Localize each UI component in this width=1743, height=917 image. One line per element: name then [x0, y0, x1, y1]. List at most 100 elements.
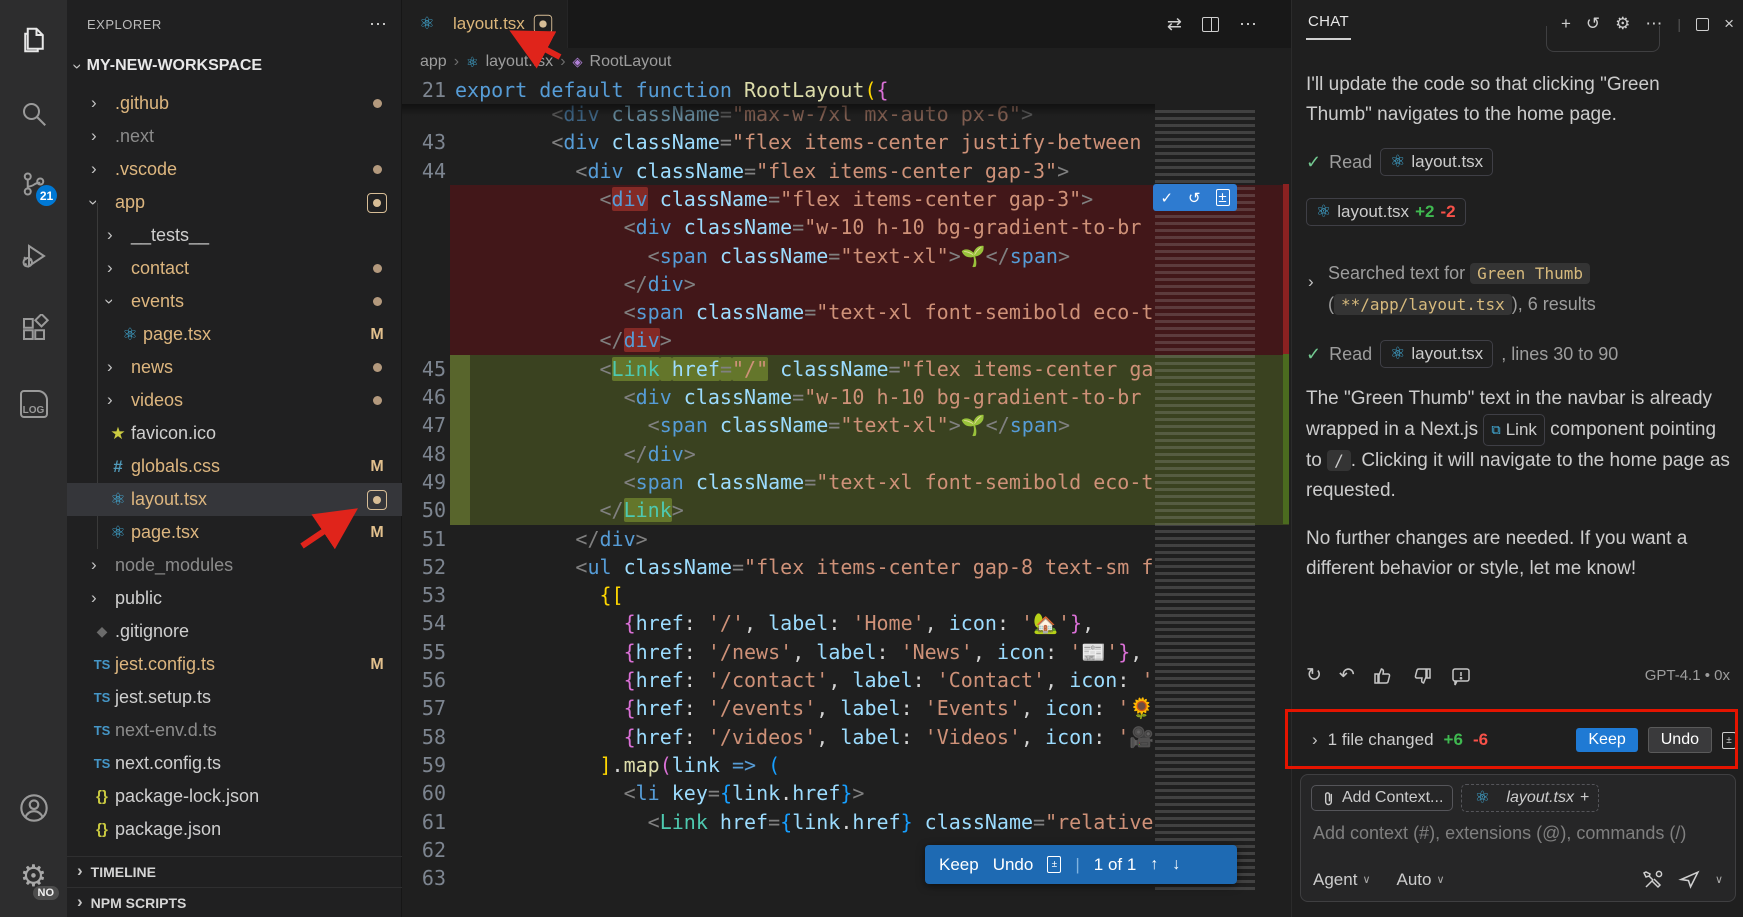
- view-diff-icon[interactable]: ±: [1722, 732, 1736, 749]
- activity-bar: 21 LOG ⚙ NO: [0, 0, 67, 917]
- chevron-down-icon: ›: [69, 63, 86, 69]
- settings-gear-icon[interactable]: ⚙ NO: [0, 850, 67, 902]
- tab-modified-badge[interactable]: [534, 15, 552, 33]
- assistant-paragraph: The "Green Thumb" text in the navbar is …: [1306, 384, 1730, 506]
- account-icon[interactable]: [0, 782, 67, 834]
- tree-folder-app[interactable]: ›app: [67, 186, 402, 219]
- tree-file-next-env-d-ts[interactable]: TSnext-env.d.ts: [67, 714, 402, 747]
- configure-tools-icon[interactable]: [1642, 869, 1664, 891]
- link-component-pill[interactable]: ⧉Link: [1483, 414, 1544, 446]
- tree-folder-node-modules[interactable]: ›node_modules: [67, 549, 402, 582]
- chevron-right-icon: ›: [91, 589, 97, 606]
- run-debug-icon[interactable]: [0, 230, 67, 282]
- chevron-right-icon[interactable]: ›: [1312, 731, 1318, 748]
- chat-input-box[interactable]: Add Context... ⚛ layout.tsx + Add contex…: [1300, 774, 1736, 902]
- symbol-class-icon: ◈: [573, 54, 583, 70]
- inline-diff-toolbar[interactable]: ✓ ↺ ±: [1153, 184, 1237, 211]
- tree-file-page-tsx[interactable]: ⚛page.tsxM: [67, 318, 402, 351]
- more-actions-icon[interactable]: ⋯: [1239, 14, 1257, 35]
- attached-file-pill[interactable]: ⚛ layout.tsx +: [1461, 784, 1599, 812]
- tree-file-favicon-ico[interactable]: ★favicon.ico: [67, 417, 402, 450]
- close-panel-icon[interactable]: ×: [1724, 14, 1734, 34]
- model-select[interactable]: Auto∨: [1397, 870, 1445, 890]
- open-changes-ic[interactable]: ⇄: [1167, 14, 1182, 35]
- tree-item-label: public: [115, 588, 162, 609]
- minimap[interactable]: [1152, 48, 1282, 917]
- split-editor-icon[interactable]: [1202, 17, 1219, 32]
- tree-file--gitignore[interactable]: ◆.gitignore: [67, 615, 402, 648]
- diff-file-icon[interactable]: ±: [1047, 856, 1061, 873]
- report-issue-icon[interactable]: [1450, 665, 1472, 687]
- explorer-icon[interactable]: [0, 14, 67, 66]
- undo-all-button[interactable]: Undo: [1648, 727, 1712, 753]
- chat-tab[interactable]: CHAT: [1306, 9, 1351, 40]
- tree-file-package-json[interactable]: {}package.json: [67, 813, 402, 846]
- tree-folder-public[interactable]: › public: [67, 582, 402, 615]
- breadcrumb-item[interactable]: layout.tsx: [486, 53, 554, 71]
- undo-edits-icon[interactable]: ↶: [1339, 664, 1355, 687]
- tree-folder--github[interactable]: ›.github: [67, 87, 402, 120]
- overview-ruler[interactable]: [1282, 48, 1291, 917]
- line-number: 54: [402, 609, 446, 638]
- tree-file-layout-tsx[interactable]: ⚛layout.tsx: [67, 483, 402, 516]
- breadcrumb[interactable]: app›⚛layout.tsx›◈RootLayout: [402, 48, 1152, 76]
- agent-mode-select[interactable]: Agent∨: [1313, 870, 1371, 890]
- line-number: 58: [402, 723, 446, 752]
- tool-search-row[interactable]: › Searched text for Green Thumb (**/app/…: [1306, 258, 1730, 320]
- line-number: 51: [402, 525, 446, 554]
- breadcrumb-item[interactable]: RootLayout: [590, 53, 672, 71]
- search-icon[interactable]: [0, 88, 67, 140]
- tree-item-label: jest.config.ts: [115, 654, 215, 675]
- tree-file-jest-config-ts[interactable]: TSjest.config.tsM: [67, 648, 402, 681]
- tree-folder--vscode[interactable]: ›.vscode: [67, 153, 402, 186]
- tree-folder--tests-[interactable]: ›__tests__: [67, 219, 402, 252]
- tree-file-globals-css[interactable]: #globals.cssM: [67, 450, 402, 483]
- tree-folder-events[interactable]: ›events: [67, 285, 402, 318]
- tree-item-label: events: [131, 291, 184, 312]
- next-change-icon[interactable]: ↓: [1172, 856, 1180, 874]
- tree-file-package-lock-json[interactable]: {}package-lock.json: [67, 780, 402, 813]
- source-control-icon[interactable]: 21: [0, 158, 67, 210]
- line-number: 62: [402, 836, 446, 865]
- section-timeline[interactable]: › TIMELINE: [67, 856, 402, 886]
- thumbs-down-icon[interactable]: [1411, 665, 1433, 687]
- workspace-root-row[interactable]: › MY-NEW-WORKSPACE: [67, 52, 402, 80]
- chevron-down-icon[interactable]: ∨: [1715, 873, 1723, 886]
- tree-file-next-config-ts[interactable]: TSnext.config.ts: [67, 747, 402, 780]
- tree-folder-news[interactable]: ›news: [67, 351, 402, 384]
- tab-layout-tsx[interactable]: ⚛ layout.tsx: [402, 0, 568, 48]
- accept-change-icon[interactable]: ✓: [1160, 189, 1173, 207]
- file-pill[interactable]: ⚛layout.tsx: [1380, 148, 1493, 176]
- discard-change-icon[interactable]: ↺: [1188, 189, 1201, 207]
- modified-dot-badge: [373, 165, 382, 174]
- chevron-right-icon: ›: [77, 862, 83, 879]
- tree-file-page-tsx[interactable]: ⚛page.tsxM: [67, 516, 402, 549]
- tree-folder-contact[interactable]: ›contact: [67, 252, 402, 285]
- keep-all-button[interactable]: Keep: [1576, 728, 1637, 752]
- undo-button[interactable]: Undo: [993, 855, 1034, 875]
- maximize-panel-icon[interactable]: [1696, 18, 1709, 31]
- retry-icon[interactable]: ↻: [1306, 664, 1322, 687]
- tree-file-jest-setup-ts[interactable]: TSjest.setup.ts: [67, 681, 402, 714]
- prev-change-icon[interactable]: ↑: [1150, 856, 1158, 874]
- sticky-scroll-line[interactable]: 21export default function RootLayout({: [402, 76, 1155, 104]
- log-icon[interactable]: LOG: [0, 378, 67, 430]
- ts-file-icon: TS: [91, 690, 113, 705]
- explorer-more-icon[interactable]: ⋯: [369, 14, 387, 35]
- extensions-icon[interactable]: [0, 303, 67, 355]
- diff-file-icon[interactable]: ±: [1216, 189, 1230, 206]
- changed-file-pill[interactable]: ⚛ layout.tsx +2 -2: [1306, 198, 1466, 226]
- chevron-down-icon: ∨: [1362, 873, 1370, 886]
- previous-message-remnant: [1546, 26, 1660, 52]
- chat-input-placeholder[interactable]: Add context (#), extensions (@), command…: [1313, 823, 1686, 844]
- file-pill[interactable]: ⚛layout.tsx: [1380, 340, 1493, 368]
- add-context-button[interactable]: Add Context...: [1311, 785, 1453, 811]
- section-npm-scripts[interactable]: › NPM SCRIPTS: [67, 887, 402, 917]
- keep-button[interactable]: Keep: [939, 855, 979, 875]
- thumbs-up-icon[interactable]: [1372, 665, 1394, 687]
- send-icon[interactable]: [1678, 868, 1701, 891]
- css-file-icon: #: [107, 457, 129, 477]
- tree-folder--next[interactable]: ›.next: [67, 120, 402, 153]
- tree-folder-videos[interactable]: ›videos: [67, 384, 402, 417]
- breadcrumb-item[interactable]: app: [420, 53, 447, 71]
